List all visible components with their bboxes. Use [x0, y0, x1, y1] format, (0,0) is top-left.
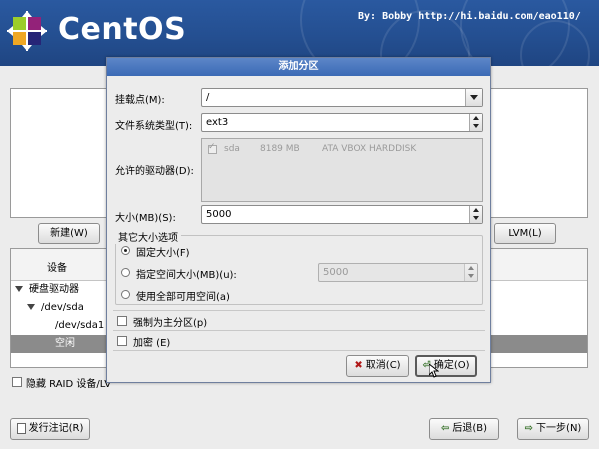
fill-to-size-radio[interactable]	[121, 268, 130, 277]
hide-raid-checkbox[interactable]	[12, 377, 22, 387]
fs-type-select[interactable]: ext3	[201, 113, 483, 132]
drive-size: 8189 MB	[260, 144, 300, 154]
drive-model: ATA VBOX HARDDISK	[322, 144, 417, 154]
spin-arrows-icon	[464, 264, 477, 281]
divider	[113, 350, 485, 351]
divider	[113, 310, 485, 311]
back-arrow-icon: ⇦	[440, 423, 450, 434]
release-notes-label: 发行注记(R)	[28, 423, 84, 434]
encrypt-checkbox[interactable]	[117, 336, 127, 346]
fill-to-size-spinbox[interactable]: 5000	[318, 263, 478, 282]
mount-point-label: 挂载点(M):	[115, 95, 165, 106]
fill-to-size-label: 指定空间大小(MB)(u):	[136, 270, 237, 281]
size-label: 大小(MB)(S):	[115, 213, 176, 224]
fill-all-space-label: 使用全部可用空间(a)	[136, 292, 230, 303]
force-primary-checkbox[interactable]	[117, 316, 127, 326]
other-size-options-legend: 其它大小选项	[115, 229, 181, 244]
expand-arrow-icon[interactable]	[27, 299, 41, 317]
fill-all-space-radio[interactable]	[121, 290, 130, 299]
author-byline: By: Bobby http://hi.baidu.com/eao110/	[358, 11, 581, 22]
hide-raid-label: 隐藏 RAID 设备/LV	[26, 379, 112, 390]
fs-type-label: 文件系统类型(T):	[115, 121, 193, 132]
tree-row-label: 空闲	[55, 338, 75, 349]
mouse-pointer-icon	[429, 364, 439, 378]
cancel-button[interactable]: ✖ 取消(C)	[346, 355, 409, 377]
fill-to-size-value: 5000	[323, 267, 349, 278]
allowed-drives-label: 允许的驱动器(D):	[115, 166, 194, 177]
fixed-size-radio[interactable]	[121, 246, 130, 255]
drive-name: sda	[224, 144, 240, 154]
spin-arrows-icon[interactable]	[469, 206, 482, 223]
lvm-button[interactable]: LVM(L)	[494, 223, 556, 244]
next-label: 下一步(N)	[536, 423, 582, 434]
back-label: 后退(B)	[452, 423, 488, 434]
size-spinbox[interactable]: 5000	[201, 205, 483, 224]
fs-type-value: ext3	[206, 117, 229, 128]
tree-row-label: /dev/sda	[41, 302, 84, 313]
ok-label: 确定(O)	[433, 360, 470, 371]
release-notes-button[interactable]: 发行注记(R)	[10, 418, 90, 440]
force-primary-label: 强制为主分区(p)	[133, 318, 208, 329]
updown-arrows-icon	[469, 114, 482, 131]
back-button[interactable]: ⇦ 后退(B)	[429, 418, 499, 440]
centos-logo-icon	[7, 11, 47, 51]
size-value: 5000	[206, 209, 232, 220]
ok-button[interactable]: ⏎ 确定(O)	[415, 355, 477, 377]
allowed-drives-list: ✓ sda 8189 MB ATA VBOX HARDDISK	[201, 138, 483, 202]
tree-row-label: /dev/sda1	[55, 320, 105, 331]
expand-arrow-icon[interactable]	[15, 281, 29, 299]
divider	[113, 330, 485, 331]
chevron-down-icon[interactable]	[465, 89, 482, 106]
add-partition-dialog: 添加分区 挂载点(M): / 文件系统类型(T): ext3 允许的驱动器(D)…	[106, 57, 491, 383]
close-icon: ✖	[354, 360, 363, 371]
tree-row-label: 硬盘驱动器	[29, 284, 79, 295]
next-arrow-icon: ⇨	[524, 423, 534, 434]
encrypt-label: 加密 (E)	[133, 338, 171, 349]
drive-row[interactable]: ✓ sda 8189 MB ATA VBOX HARDDISK	[206, 142, 480, 157]
cancel-label: 取消(C)	[365, 360, 401, 371]
dialog-title: 添加分区	[107, 58, 490, 76]
brand-name: CentOS	[58, 12, 187, 47]
check-mark-icon: ✓	[208, 142, 216, 152]
column-header-device[interactable]: 设备	[47, 259, 67, 274]
document-icon	[16, 422, 26, 434]
fixed-size-label: 固定大小(F)	[136, 248, 190, 259]
mount-point-combo[interactable]: /	[201, 88, 483, 107]
new-partition-button[interactable]: 新建(W)	[38, 223, 100, 244]
next-button[interactable]: ⇨ 下一步(N)	[517, 418, 589, 440]
mount-point-value: /	[206, 92, 210, 103]
